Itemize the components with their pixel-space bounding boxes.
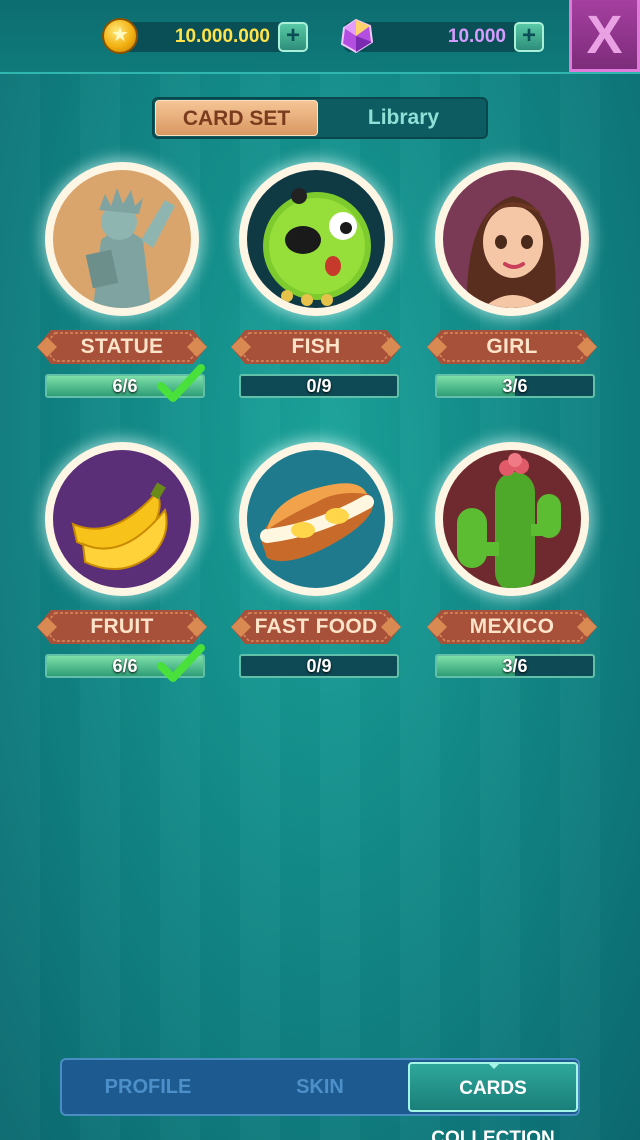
- card-progress-bar: 0/9: [239, 374, 399, 398]
- gem-icon: [340, 18, 374, 54]
- card-set-mexico[interactable]: MEXICO 3/6: [427, 442, 597, 682]
- pufferfish-icon: [247, 170, 385, 308]
- coin-balance: ★ 10.000.000 +: [102, 18, 308, 54]
- card-set-fish[interactable]: FISH 0/9: [231, 162, 401, 402]
- coin-value: 10.000.000: [174, 26, 270, 47]
- coin-icon: ★: [102, 18, 138, 54]
- add-coins-button[interactable]: +: [278, 22, 308, 52]
- nav-profile[interactable]: PROFILE: [62, 1060, 234, 1114]
- card-set-statue[interactable]: STATUE 6/6: [37, 162, 207, 402]
- card-name: GIRL: [486, 335, 538, 358]
- card-medallion: [435, 442, 589, 596]
- card-medallion: [239, 162, 393, 316]
- gem-balance: 10.000 +: [340, 18, 544, 54]
- card-name-ribbon: MEXICO: [427, 606, 597, 648]
- tab-card-set[interactable]: CARD SET: [155, 100, 318, 136]
- active-indicator: [487, 1062, 501, 1069]
- card-name-ribbon: FAST FOOD: [231, 606, 401, 648]
- card-name: MEXICO: [469, 615, 555, 638]
- statue-icon: [53, 170, 191, 308]
- card-name: FAST FOOD: [254, 615, 378, 638]
- card-progress-text: 0/9: [306, 376, 332, 396]
- card-name-ribbon: FRUIT: [37, 606, 207, 648]
- set-tabs: CARD SET Library: [152, 97, 488, 139]
- card-medallion: [45, 442, 199, 596]
- complete-check-icon: [157, 644, 205, 682]
- card-set-girl[interactable]: GIRL 3/6: [427, 162, 597, 402]
- cactus-icon: [443, 450, 581, 588]
- card-progress-bar: 0/9: [239, 654, 399, 678]
- card-name-ribbon: GIRL: [427, 326, 597, 368]
- card-medallion: [239, 442, 393, 596]
- gem-value: 10.000: [447, 26, 506, 47]
- card-name-ribbon: FISH: [231, 326, 401, 368]
- card-progress-text: 0/9: [306, 656, 332, 676]
- card-set-fruit[interactable]: FRUIT 6/6: [37, 442, 207, 682]
- card-name: FRUIT: [90, 615, 154, 638]
- card-progress-bar: 3/6: [435, 654, 595, 678]
- nav-cards-collection[interactable]: CARDS COLLECTION: [408, 1062, 578, 1140]
- sandwich-icon: [247, 450, 385, 588]
- nav-cards-collection-label: CARDS COLLECTION: [431, 1078, 555, 1140]
- close-button[interactable]: X: [569, 0, 640, 72]
- tab-library[interactable]: Library: [322, 100, 485, 136]
- card-progress-text: 3/6: [502, 376, 528, 396]
- card-progress-text: 3/6: [502, 656, 528, 676]
- card-name-ribbon: STATUE: [37, 326, 207, 368]
- card-set-fast-food[interactable]: FAST FOOD 0/9: [231, 442, 401, 682]
- nav-skin[interactable]: SKIN: [234, 1060, 406, 1114]
- bottom-nav: PROFILE SKIN CARDS COLLECTION: [60, 1058, 580, 1140]
- complete-check-icon: [157, 364, 205, 402]
- add-gems-button[interactable]: +: [514, 22, 544, 52]
- card-medallion: [45, 162, 199, 316]
- card-name: FISH: [291, 335, 341, 358]
- banana-icon: [53, 450, 191, 588]
- girl-icon: [443, 170, 581, 308]
- card-medallion: [435, 162, 589, 316]
- card-name: STATUE: [80, 335, 164, 358]
- top-bar: ★ 10.000.000 + 10.000 + X: [0, 0, 640, 74]
- card-progress-bar: 3/6: [435, 374, 595, 398]
